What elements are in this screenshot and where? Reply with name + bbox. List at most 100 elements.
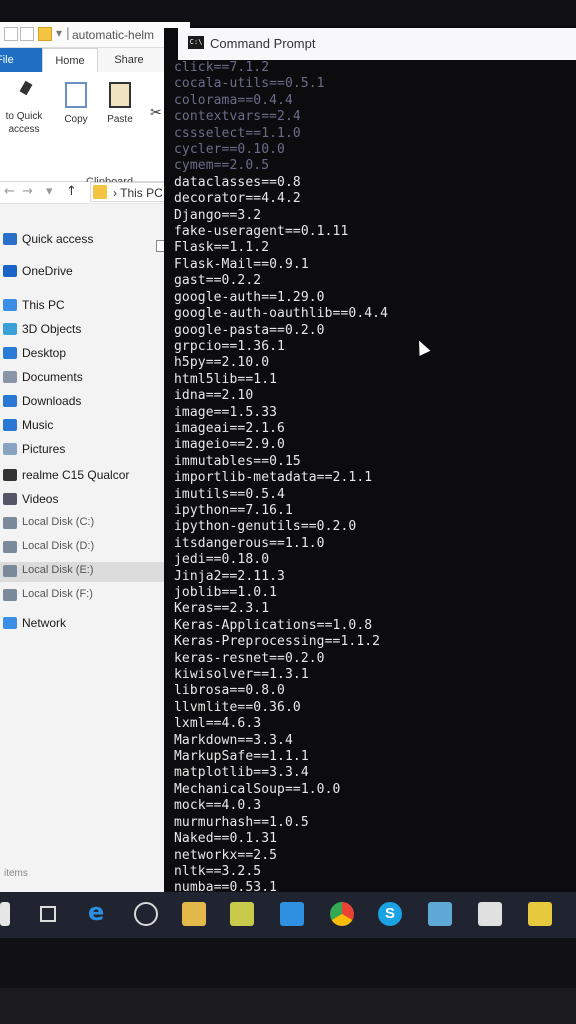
new-folder-icon[interactable] [38, 27, 52, 41]
quick-access-dropdown-icon[interactable]: ▾ | [56, 26, 70, 40]
console-line: google-pasta==0.2.0 [174, 322, 325, 338]
console-line: decorator==4.4.2 [174, 191, 301, 207]
ribbon-tabs: File Home Share [0, 48, 190, 72]
console-line: cymem==2.0.5 [174, 158, 270, 174]
file-explorer-icon[interactable] [182, 902, 206, 926]
nav-item-label: OneDrive [22, 264, 73, 278]
media-player-icon[interactable] [134, 902, 158, 926]
console-line: Jinja2==2.11.3 [174, 568, 285, 584]
forward-arrow-icon[interactable]: → [22, 184, 33, 199]
console-line: click==7.1.2 [174, 60, 270, 75]
console-line: Keras-Applications==1.0.8 [174, 617, 373, 633]
nav-item[interactable]: Network [0, 614, 190, 634]
nav-item[interactable]: This PC [0, 296, 190, 316]
nav-item[interactable]: Local Disk (F:) [0, 586, 190, 606]
vscode-icon[interactable] [280, 902, 304, 926]
console-line: grpcio==1.36.1 [174, 338, 285, 354]
console-line: MarkupSafe==1.1.1 [174, 749, 309, 765]
nav-item-label: Local Disk (D:) [22, 540, 95, 552]
nav-item-label: Downloads [22, 394, 82, 408]
paste-button[interactable]: Paste [102, 82, 138, 125]
skype-icon[interactable]: S [378, 902, 402, 926]
console-line: imageai==2.1.6 [174, 420, 285, 436]
nav-item[interactable]: 3D Objects [0, 320, 190, 340]
console-line: jedi==0.18.0 [174, 552, 270, 568]
desktop-icon [3, 347, 17, 359]
back-arrow-icon[interactable]: ← [4, 184, 15, 199]
console-line: cocala-utils==0.5.1 [174, 76, 325, 92]
cmd-app-icon: C:\ [188, 36, 204, 49]
console-line: keras-resnet==0.2.0 [174, 650, 325, 666]
task-view-icon[interactable] [40, 906, 56, 922]
feedback-icon[interactable] [478, 902, 502, 926]
chrome-icon[interactable] [330, 902, 354, 926]
pin-to-quick-access-button[interactable]: to Quick access [0, 82, 52, 136]
nav-item[interactable]: realme C15 Qualcor [0, 466, 190, 486]
notes-icon[interactable] [528, 902, 552, 926]
explorer-window-title: automatic-helm [72, 28, 155, 42]
copy-label: Copy [64, 114, 88, 125]
tab-share-label: Share [114, 54, 144, 66]
tab-share[interactable]: Share [104, 48, 154, 72]
edge-icon[interactable]: e [88, 898, 112, 926]
nav-item[interactable]: Local Disk (E:) [0, 562, 190, 582]
download-icon [3, 395, 17, 407]
nav-item[interactable]: Desktop [0, 344, 190, 364]
recent-dropdown-icon[interactable]: ▾ [46, 184, 53, 199]
console-line: kiwisolver==1.3.1 [174, 667, 309, 683]
console-line: Naked==0.1.31 [174, 831, 278, 847]
disk-icon [3, 589, 17, 601]
checkmark-icon[interactable] [20, 27, 34, 41]
nav-item-label: Network [22, 616, 67, 630]
nav-item-label: Quick access [22, 232, 94, 246]
console-line: imutils==0.5.4 [174, 486, 285, 502]
nav-item[interactable]: Local Disk (D:) [0, 538, 190, 558]
music-icon [3, 419, 17, 431]
cmd-window-title: Command Prompt [210, 36, 316, 51]
nav-item[interactable]: Downloads [0, 392, 190, 412]
nav-item-label: Videos [22, 492, 59, 506]
tab-file[interactable]: File [0, 48, 42, 72]
ribbon-panel: to Quick access Copy Paste ✂ Clipboard [0, 72, 190, 188]
nav-item[interactable]: OneDrive [0, 262, 190, 282]
console-line: librosa==0.8.0 [174, 683, 285, 699]
taskbar: e S [0, 892, 576, 938]
command-prompt-window[interactable]: C:\ Command Prompt click==7.1.2 cocala-ut… [164, 28, 576, 910]
scissors-icon[interactable]: ✂ [150, 104, 162, 121]
nav-item[interactable]: Videos [0, 490, 190, 510]
start-icon[interactable] [0, 902, 10, 926]
sticky-notes-icon[interactable] [230, 902, 254, 926]
console-line: dataclasses==0.8 [174, 174, 301, 190]
network-icon [3, 617, 17, 629]
cmd-title-bar[interactable]: C:\ Command Prompt [178, 28, 576, 60]
explorer-title-bar: ▾ | automatic-helm [0, 22, 190, 48]
nav-item[interactable]: Documents [0, 368, 190, 388]
nav-item[interactable]: Quick access [0, 230, 190, 250]
up-arrow-icon[interactable]: ↑ [66, 184, 77, 199]
phone-icon [3, 469, 17, 481]
console-line: h5py==2.10.0 [174, 355, 270, 371]
copy-button[interactable]: Copy [58, 82, 94, 125]
tab-file-label: File [0, 54, 14, 66]
address-bar-row: ← → ▾ ↑ › This PC [0, 182, 190, 204]
nav-item[interactable]: Pictures [0, 440, 190, 460]
console-line: llvmlite==0.36.0 [174, 699, 301, 715]
console-line: networkx==2.5 [174, 847, 278, 863]
cube-icon [3, 323, 17, 335]
nav-item-label: Local Disk (E:) [22, 564, 94, 576]
tab-home[interactable]: Home [42, 48, 98, 72]
properties-icon[interactable] [4, 27, 18, 41]
console-line: joblib==1.0.1 [174, 585, 278, 600]
console-line: immutables==0.15 [174, 453, 301, 469]
tab-home-label: Home [55, 55, 85, 67]
nav-item[interactable]: Music [0, 416, 190, 436]
mail-icon[interactable] [428, 902, 452, 926]
picture-icon [3, 443, 17, 455]
nav-item[interactable]: Local Disk (C:) [0, 514, 190, 534]
console-output[interactable]: click==7.1.2 cocala-utils==0.5.1 colorama=… [164, 60, 576, 910]
disk-icon [3, 541, 17, 553]
star-icon [3, 233, 17, 245]
console-line: colorama==0.4.4 [174, 92, 293, 108]
console-line: idna==2.10 [174, 388, 254, 404]
console-line: mock==4.0.3 [174, 798, 262, 814]
